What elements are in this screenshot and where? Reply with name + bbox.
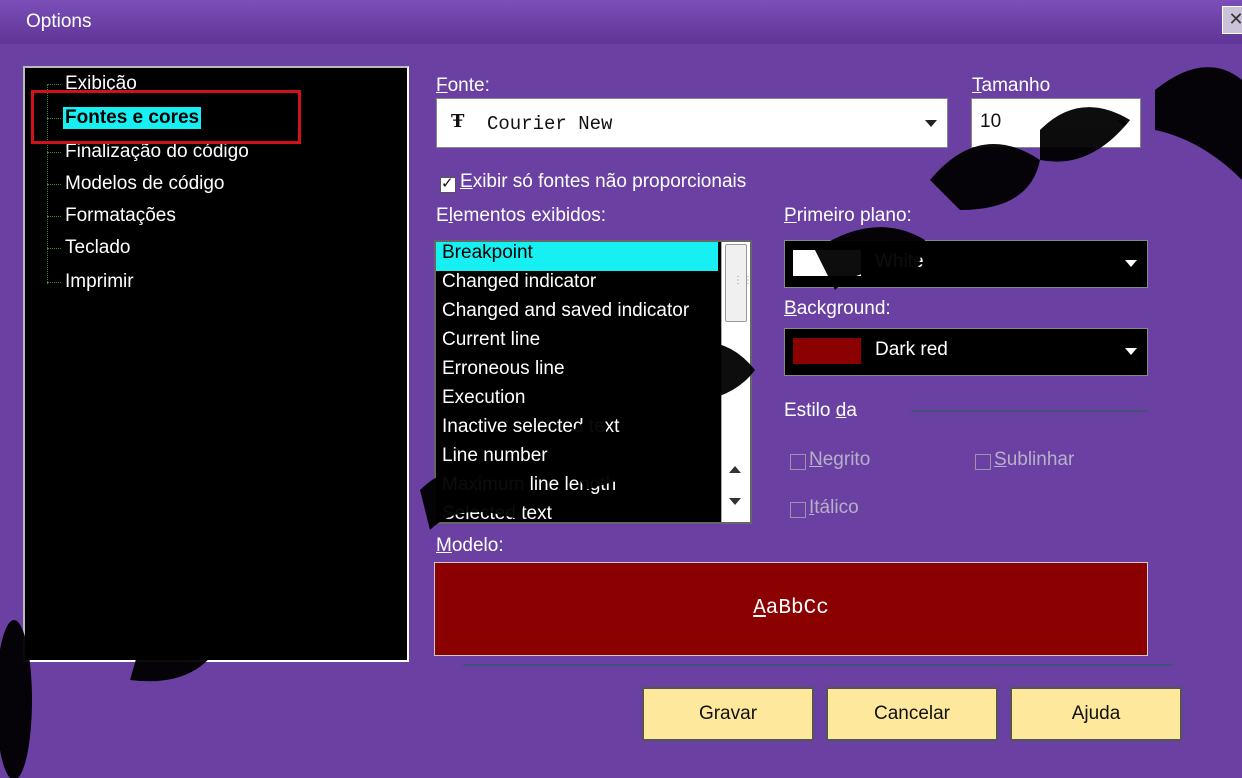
bold-label[interactable]: Negrito [809, 449, 870, 471]
tree-connector [47, 216, 61, 217]
truetype-font-icon: Ŧ [451, 111, 465, 132]
chevron-down-icon[interactable] [1125, 348, 1137, 355]
list-item[interactable]: Line number [436, 445, 718, 474]
tree-item-imprimir[interactable]: Imprimir [65, 271, 134, 293]
underline-label[interactable]: Sublinhar [994, 449, 1074, 471]
elements-scrollbar[interactable]: ⋮⋮ [721, 242, 750, 522]
style-group-label: Estilo da [784, 400, 857, 421]
chevron-down-icon[interactable] [1118, 120, 1130, 127]
font-select[interactable]: Ŧ Courier New [436, 98, 948, 148]
tree-item-formatacoes[interactable]: Formatações [65, 205, 176, 227]
list-item[interactable]: Current line [436, 329, 718, 358]
tree-connector [47, 84, 61, 85]
preview-box: AaBbCc [434, 562, 1148, 656]
preview-label: Modelo: [436, 535, 504, 556]
title-bar: Options ✕ [0, 0, 1242, 44]
foreground-value: White [875, 251, 924, 272]
size-value: 10 [980, 111, 1002, 132]
font-label: Fonte: [436, 75, 490, 96]
style-group-line [911, 410, 1147, 412]
list-item[interactable]: Changed and saved indicator [436, 300, 718, 329]
close-icon[interactable]: ✕ [1222, 6, 1242, 34]
preview-sample: AaBbCc [753, 597, 829, 620]
italic-checkbox[interactable] [790, 502, 806, 518]
scrollbar-thumb[interactable]: ⋮⋮ [725, 244, 750, 322]
elements-label: Elementos exibidos: [436, 205, 607, 226]
annotation-highlight-box [31, 90, 301, 144]
italic-label[interactable]: Itálico [809, 497, 859, 519]
list-item[interactable]: Changed indicator [436, 271, 718, 300]
list-item[interactable]: Execution [436, 387, 718, 416]
chevron-down-icon[interactable] [1125, 260, 1137, 267]
list-item[interactable]: Maximum line length [436, 474, 718, 503]
underline-checkbox[interactable] [975, 454, 991, 470]
foreground-label: Primeiro plano: [784, 205, 912, 226]
list-item[interactable]: Breakpoint [436, 242, 718, 271]
elements-listbox[interactable]: Breakpoint Changed indicator Changed and… [434, 240, 752, 524]
options-dialog: Exibição Fontes e cores Finalização do c… [6, 44, 1242, 778]
button-separator [463, 664, 1173, 666]
tree-connector [47, 282, 61, 283]
save-button[interactable]: Gravar [642, 687, 814, 741]
font-value: Courier New [487, 113, 613, 135]
category-tree[interactable]: Exibição Fontes e cores Finalização do c… [23, 66, 409, 662]
size-select[interactable]: 10 [971, 98, 1141, 148]
foreground-color-select[interactable]: White [784, 240, 1148, 288]
mono-only-label[interactable]: Exibir só fontes não proporcionais [460, 171, 746, 193]
size-label: Tamanho [972, 75, 1051, 96]
list-item[interactable]: Erroneous line [436, 358, 718, 387]
tree-item-teclado[interactable]: Teclado [65, 237, 131, 259]
tree-connector [47, 184, 61, 185]
background-value: Dark red [875, 339, 948, 360]
list-item[interactable]: Inactive selected text [436, 416, 718, 445]
tree-item-modelos[interactable]: Modelos de código [65, 173, 225, 195]
tree-item-finalizacao[interactable]: Finalização do código [65, 141, 249, 163]
grip-icon: ⋮⋮ [733, 275, 752, 286]
background-label: Background: [784, 298, 891, 319]
background-swatch [793, 338, 861, 364]
scroll-up-icon[interactable] [729, 466, 741, 473]
cancel-button[interactable]: Cancelar [826, 687, 998, 741]
foreground-swatch [793, 250, 861, 276]
background-color-select[interactable]: Dark red [784, 328, 1148, 376]
bold-checkbox[interactable] [790, 454, 806, 470]
tree-connector [47, 152, 61, 153]
mono-only-checkbox[interactable] [440, 174, 456, 193]
tree-connector [47, 248, 61, 249]
window-title: Options [26, 11, 92, 32]
list-item[interactable]: Selected text [436, 503, 718, 522]
help-button[interactable]: Ajuda [1010, 687, 1182, 741]
chevron-down-icon[interactable] [925, 120, 937, 127]
scroll-down-icon[interactable] [729, 498, 741, 505]
